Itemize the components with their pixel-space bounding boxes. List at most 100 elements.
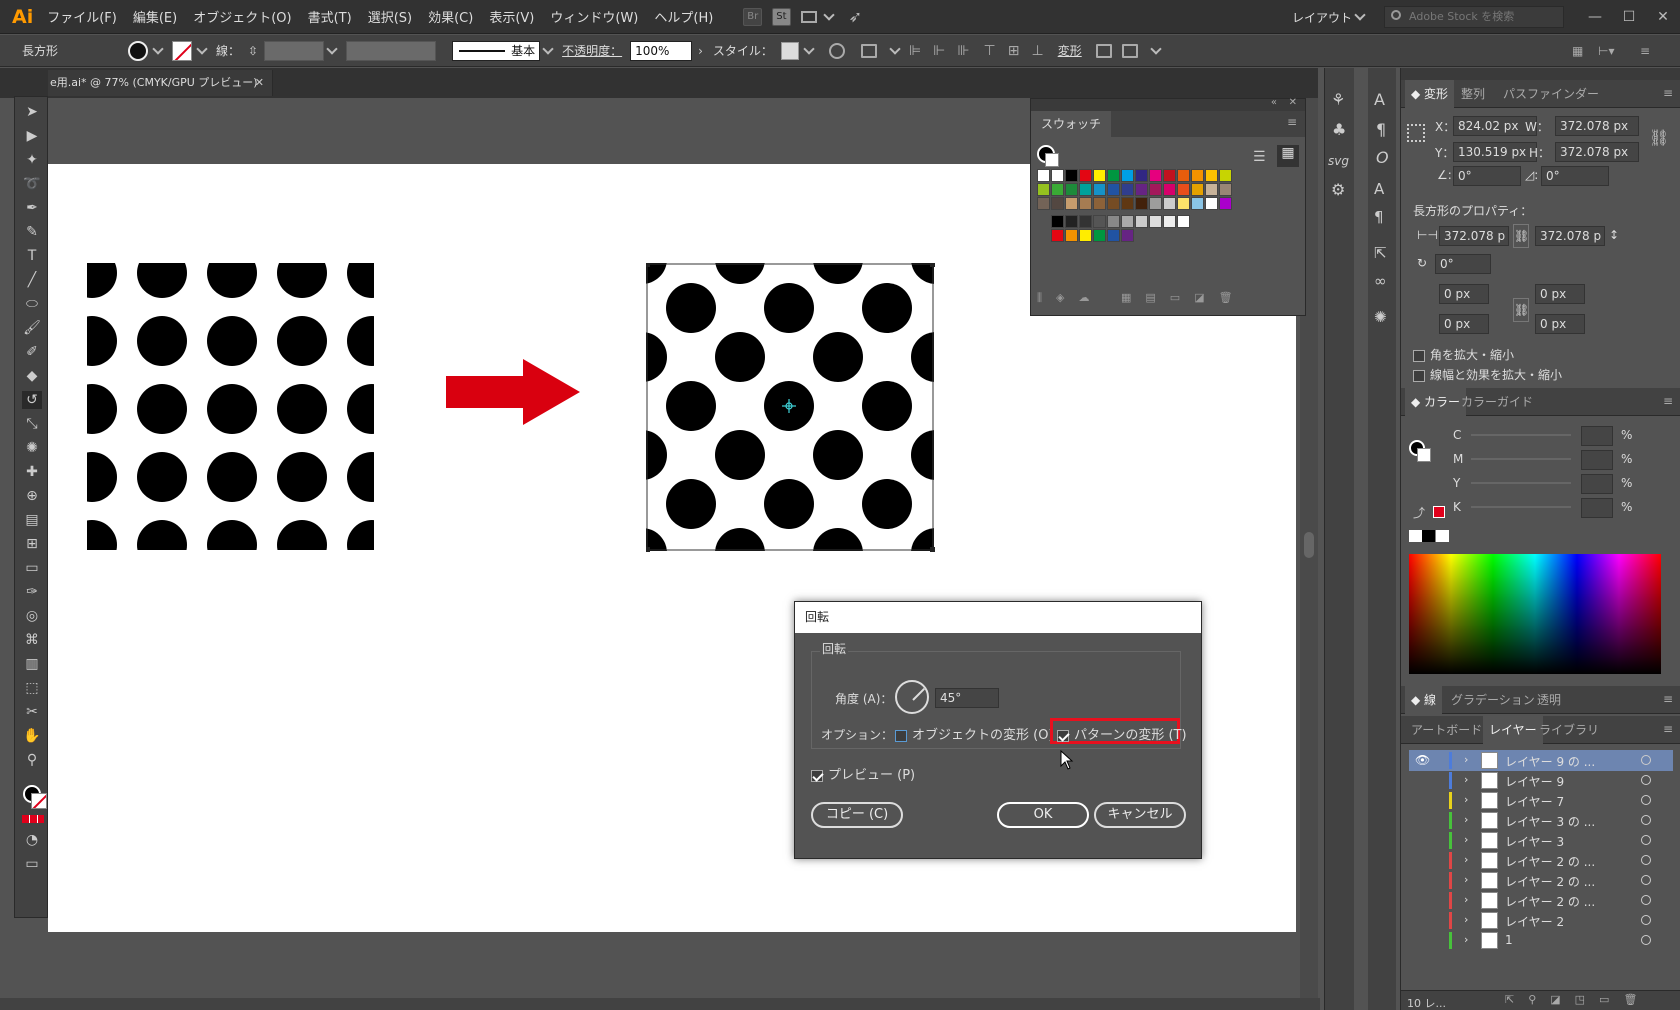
appearance-icon[interactable]: ✺	[1374, 308, 1387, 326]
rotate-tool-icon[interactable]: ↺	[22, 391, 42, 409]
control-menu-icon[interactable]: ≡	[1640, 44, 1650, 58]
swatch-cell[interactable]	[1191, 183, 1204, 196]
swatch-cell[interactable]	[1177, 169, 1190, 182]
swatch-cell[interactable]	[1093, 183, 1106, 196]
expand-arrow-icon[interactable]: ›	[1464, 813, 1468, 826]
menu-edit[interactable]: 編集(E)	[133, 7, 177, 26]
scale-strokes-option[interactable]: 線幅と効果を拡大・縮小	[1413, 366, 1562, 383]
artboard-tool-icon[interactable]: ⬚	[22, 679, 42, 697]
panel-menu-icon[interactable]: ≡	[1663, 692, 1673, 706]
black-field[interactable]	[1581, 498, 1613, 518]
swatch-cell[interactable]	[1177, 197, 1190, 210]
cyan-field[interactable]	[1581, 426, 1613, 446]
corner-radius-tl[interactable]: 0 px	[1439, 284, 1489, 304]
swatch-cell[interactable]	[1191, 197, 1204, 210]
h-field[interactable]: 372.078 px	[1555, 142, 1639, 162]
swatch-cell[interactable]	[1065, 215, 1078, 228]
shear-angle-field[interactable]: 0°	[1541, 166, 1609, 186]
swatch-cell[interactable]	[1065, 183, 1078, 196]
curvature-tool-icon[interactable]: ✎	[22, 223, 42, 241]
link-corners-icon[interactable]: ⛓	[1513, 298, 1529, 322]
swatch-cell[interactable]	[1121, 183, 1134, 196]
menu-file[interactable]: ファイル(F)	[47, 7, 117, 26]
swatch-footer-icons[interactable]: ⫼◈☁ ▦▤▭◪🗑	[1037, 291, 1247, 305]
swatch-cell[interactable]	[1149, 183, 1162, 196]
dot-pattern-rotated[interactable]	[646, 263, 936, 553]
transform-link[interactable]: 変形	[1058, 42, 1082, 59]
menu-help[interactable]: ヘルプ(H)	[654, 7, 713, 26]
swatch-cell[interactable]	[1079, 215, 1092, 228]
visibility-eye-icon[interactable]: 👁	[1415, 753, 1430, 767]
angle-dial-icon[interactable]	[895, 680, 929, 714]
target-circle-icon[interactable]	[1641, 935, 1651, 945]
align-top-icon[interactable]: ⊤	[984, 43, 996, 59]
swatch-cell[interactable]	[1121, 215, 1134, 228]
tab-stroke[interactable]: ◆ 線	[1405, 686, 1443, 714]
perspective-grid-tool-icon[interactable]: ▤	[22, 511, 42, 529]
stroke-swatch[interactable]	[1045, 153, 1059, 167]
angle-field[interactable]: 45°	[935, 688, 999, 708]
rect-rotation-field[interactable]: 0°	[1435, 254, 1491, 274]
target-circle-icon[interactable]	[1641, 795, 1651, 805]
tab-color-guide[interactable]: カラーガイド	[1455, 388, 1539, 416]
w-field[interactable]: 372.078 px	[1555, 116, 1639, 136]
lasso-tool-icon[interactable]: ➰	[22, 175, 42, 193]
yellow-slider[interactable]	[1471, 482, 1571, 484]
layer-row[interactable]: › レイヤー 3	[1409, 830, 1673, 851]
pen-tool-icon[interactable]: ✒	[22, 199, 42, 217]
blend-tool-icon[interactable]: ◎	[22, 607, 42, 625]
chevron-down-icon[interactable]	[196, 42, 208, 55]
swatch-cell[interactable]	[1037, 183, 1050, 196]
swatch-cell[interactable]	[1037, 197, 1050, 210]
tab-pathfinder[interactable]: パスファインダー	[1497, 80, 1605, 108]
layer-row[interactable]: › レイヤー 2 の ...	[1409, 870, 1673, 891]
transform-objects-option[interactable]: オブジェクトの変形 (O)	[895, 724, 1054, 743]
cancel-button[interactable]: キャンセル	[1094, 802, 1186, 828]
menu-object[interactable]: オブジェクト(O)	[193, 7, 291, 26]
swatch-cell[interactable]	[1051, 215, 1064, 228]
collapse-icon[interactable]: «	[1271, 97, 1277, 108]
line-tool-icon[interactable]: ╱	[22, 271, 42, 289]
expand-arrow-icon[interactable]: ›	[1464, 853, 1468, 866]
swatch-cell[interactable]	[1079, 197, 1092, 210]
expand-arrow-icon[interactable]: ›	[1464, 893, 1468, 906]
swatch-cell[interactable]	[1135, 215, 1148, 228]
arrange-panels-icon[interactable]: ▦	[1572, 44, 1583, 58]
swatch-cell[interactable]	[1107, 169, 1120, 182]
swatch-cell[interactable]	[1107, 215, 1120, 228]
swatch-cell[interactable]	[1163, 197, 1176, 210]
magic-wand-tool-icon[interactable]: ✦	[22, 151, 42, 169]
warp-tool-icon[interactable]: ✺	[22, 439, 42, 457]
swatch-cell[interactable]	[1093, 197, 1106, 210]
swatch-cell[interactable]	[1065, 229, 1078, 242]
color-spectrum[interactable]	[1409, 554, 1661, 674]
swatch-cell[interactable]	[1121, 169, 1134, 182]
scrollbar-thumb[interactable]	[1304, 532, 1314, 558]
ok-button[interactable]: OK	[997, 802, 1089, 828]
chevron-down-icon[interactable]	[803, 42, 815, 55]
corner-radius-bl[interactable]: 0 px	[1439, 314, 1489, 334]
layer-row[interactable]: › レイヤー 2 の ...	[1409, 850, 1673, 871]
swatch-cell[interactable]	[1107, 183, 1120, 196]
color-stroke-swatch[interactable]	[1417, 448, 1431, 462]
opacity-field[interactable]: 100%	[630, 40, 693, 61]
grid-view-icon[interactable]: ▦	[1277, 145, 1299, 167]
expand-arrow-icon[interactable]: ›	[1464, 873, 1468, 886]
copy-button[interactable]: コピー (C)	[811, 802, 903, 828]
brush-definition[interactable]: 基本	[452, 40, 541, 61]
layer-row[interactable]: › レイヤー 2 の ...	[1409, 890, 1673, 911]
draw-mode-icon[interactable]: ◔	[22, 831, 42, 849]
maximize-button[interactable]: ☐	[1612, 9, 1646, 25]
stock-button[interactable]: St	[772, 7, 791, 26]
swatch-cell[interactable]	[1079, 169, 1092, 182]
menu-effect[interactable]: 効果(C)	[428, 7, 473, 26]
target-circle-icon[interactable]	[1641, 755, 1651, 765]
links-icon[interactable]: ∞	[1374, 272, 1387, 290]
close-button[interactable]: ✕	[1646, 9, 1680, 25]
swatch-cell[interactable]	[1135, 183, 1148, 196]
rotate-angle-field[interactable]: 0°	[1453, 166, 1521, 186]
minimize-button[interactable]: —	[1578, 9, 1612, 25]
stroke-weight-field[interactable]	[264, 40, 325, 61]
swatch-cell[interactable]	[1121, 197, 1134, 210]
character-panel-icon[interactable]: A	[1374, 90, 1385, 109]
